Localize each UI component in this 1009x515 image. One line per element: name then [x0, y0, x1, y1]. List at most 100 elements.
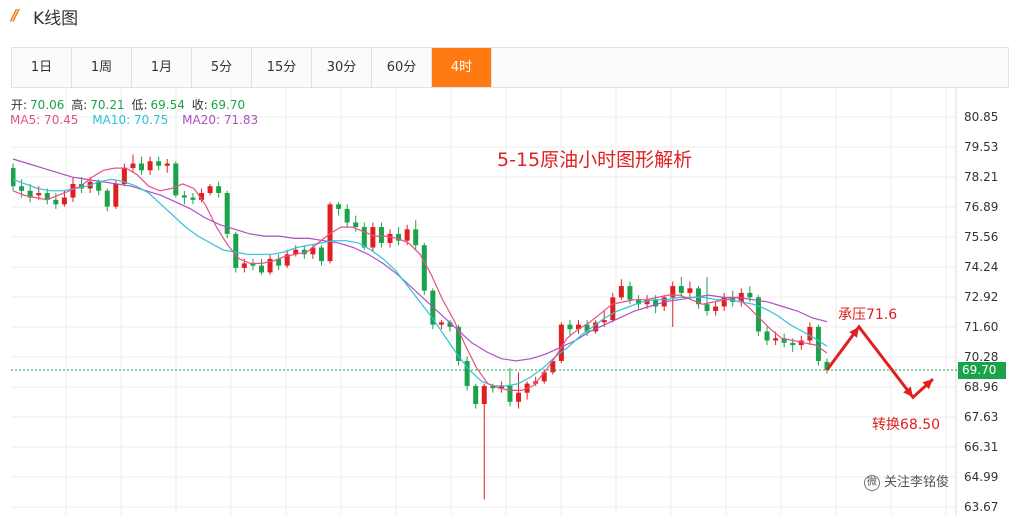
candle-body — [610, 297, 616, 321]
y-tick-label: 64.99 — [964, 470, 998, 484]
close-label: 收: — [191, 98, 208, 112]
y-tick-label: 79.53 — [964, 140, 998, 154]
open-label: 开: — [11, 98, 28, 112]
candle-body — [516, 392, 522, 402]
candle-body — [361, 227, 367, 248]
weibo-icon: 微 — [864, 474, 880, 491]
candle-body — [704, 304, 710, 312]
resistance-label: 承压71.6 — [838, 307, 898, 323]
candle-body — [53, 199, 59, 205]
candle-body — [113, 183, 119, 207]
high-label: 高: — [71, 98, 88, 112]
y-tick-label: 67.63 — [964, 410, 998, 424]
candle-body — [70, 183, 76, 198]
y-tick-label: 72.92 — [964, 290, 998, 304]
candle-body — [216, 186, 222, 194]
candle-body — [156, 161, 162, 166]
y-tick-label: 71.60 — [964, 320, 998, 334]
ohlc-readout: 开: 70.06 高: 70.21 低: 69.54 收: 69.70 — [11, 96, 248, 113]
ma10-value: MA10: 70.75 — [92, 113, 169, 127]
y-tick-label: 78.21 — [964, 170, 998, 184]
current-price-tag: 69.70 — [958, 362, 1006, 379]
candle-body — [807, 326, 813, 341]
candle-body — [601, 320, 607, 323]
title-bar: // K线图 — [0, 0, 1009, 34]
ma10-line — [12, 178, 828, 387]
ma20-line — [12, 158, 828, 362]
y-tick-label: 80.85 — [964, 110, 998, 124]
candle-body — [687, 288, 693, 293]
ma-readout: MA5: 70.45 MA10: 70.75 MA20: 71.83 — [10, 113, 268, 127]
candle-body — [130, 163, 136, 169]
candle-body — [413, 229, 419, 246]
tab-1w[interactable]: 1周 — [72, 48, 132, 87]
candle-body — [755, 297, 761, 332]
watermark: 微关注李铭俊 — [864, 471, 949, 491]
candle-body — [618, 286, 624, 298]
tab-30min[interactable]: 30分 — [312, 48, 372, 87]
candle-body — [241, 263, 247, 268]
candle-body — [404, 229, 410, 241]
close-value: 69.70 — [210, 98, 246, 112]
candle-body — [481, 385, 487, 405]
low-value: 69.54 — [150, 98, 185, 112]
candle-body — [190, 197, 196, 200]
double-slash-icon: // — [11, 6, 19, 24]
candle-body — [104, 190, 110, 207]
candle-body — [473, 385, 479, 405]
candle-body — [747, 292, 753, 298]
candle-body — [815, 326, 821, 361]
candle-body — [258, 265, 264, 273]
candle-body — [438, 322, 444, 325]
tab-15min[interactable]: 15分 — [252, 48, 312, 87]
candle-body — [421, 245, 427, 291]
candle-body — [19, 186, 25, 191]
candle-body — [233, 233, 239, 268]
candle-body — [567, 324, 573, 330]
candle-body — [61, 197, 67, 205]
y-tick-label: 68.96 — [964, 380, 998, 394]
candle-body — [36, 193, 42, 196]
ma5-value: MA5: 70.45 — [10, 113, 79, 127]
candle-body — [721, 297, 727, 307]
tab-1m[interactable]: 1月 — [132, 48, 192, 87]
candle-body — [11, 168, 16, 187]
candle-body — [713, 306, 719, 312]
y-tick-label: 66.31 — [964, 440, 998, 454]
candle-body — [370, 227, 376, 248]
y-tick-label: 75.56 — [964, 230, 998, 244]
candle-body — [207, 186, 213, 194]
candle-body — [764, 331, 770, 341]
candle-body — [558, 324, 564, 361]
candle-body — [173, 163, 179, 196]
tab-5min[interactable]: 5分 — [192, 48, 252, 87]
candle-body — [344, 208, 350, 223]
candle-body — [670, 286, 676, 298]
candle-body — [627, 286, 633, 300]
low-label: 低: — [131, 98, 148, 112]
high-value: 70.21 — [90, 98, 125, 112]
ma20-value: MA20: 71.83 — [182, 113, 259, 127]
candle-body — [790, 342, 796, 346]
tab-4h[interactable]: 4时 — [432, 48, 492, 87]
tab-60min[interactable]: 60分 — [372, 48, 432, 87]
candle-body — [387, 233, 393, 243]
page-title: K线图 — [33, 9, 79, 29]
tab-1d[interactable]: 1日 — [12, 48, 72, 87]
candle-body — [678, 286, 684, 293]
candle-body — [541, 372, 547, 382]
target-label: 转换68.50 — [872, 417, 941, 433]
y-tick-label: 74.24 — [964, 260, 998, 274]
y-tick-label: 76.89 — [964, 200, 998, 214]
analysis-title: 5-15原油小时图形解析 — [497, 149, 693, 171]
candle-body — [507, 385, 513, 402]
candle-body — [336, 204, 342, 209]
open-value: 70.06 — [30, 98, 65, 112]
candle-body — [164, 163, 170, 166]
candle-body — [318, 247, 324, 262]
y-tick-label: 63.67 — [964, 500, 998, 514]
candle-body — [147, 161, 153, 171]
watermark-text: 关注李铭俊 — [884, 475, 950, 490]
period-tabs: 1日 1周 1月 5分 15分 30分 60分 4时 — [11, 47, 1009, 88]
candle-body — [181, 195, 187, 198]
